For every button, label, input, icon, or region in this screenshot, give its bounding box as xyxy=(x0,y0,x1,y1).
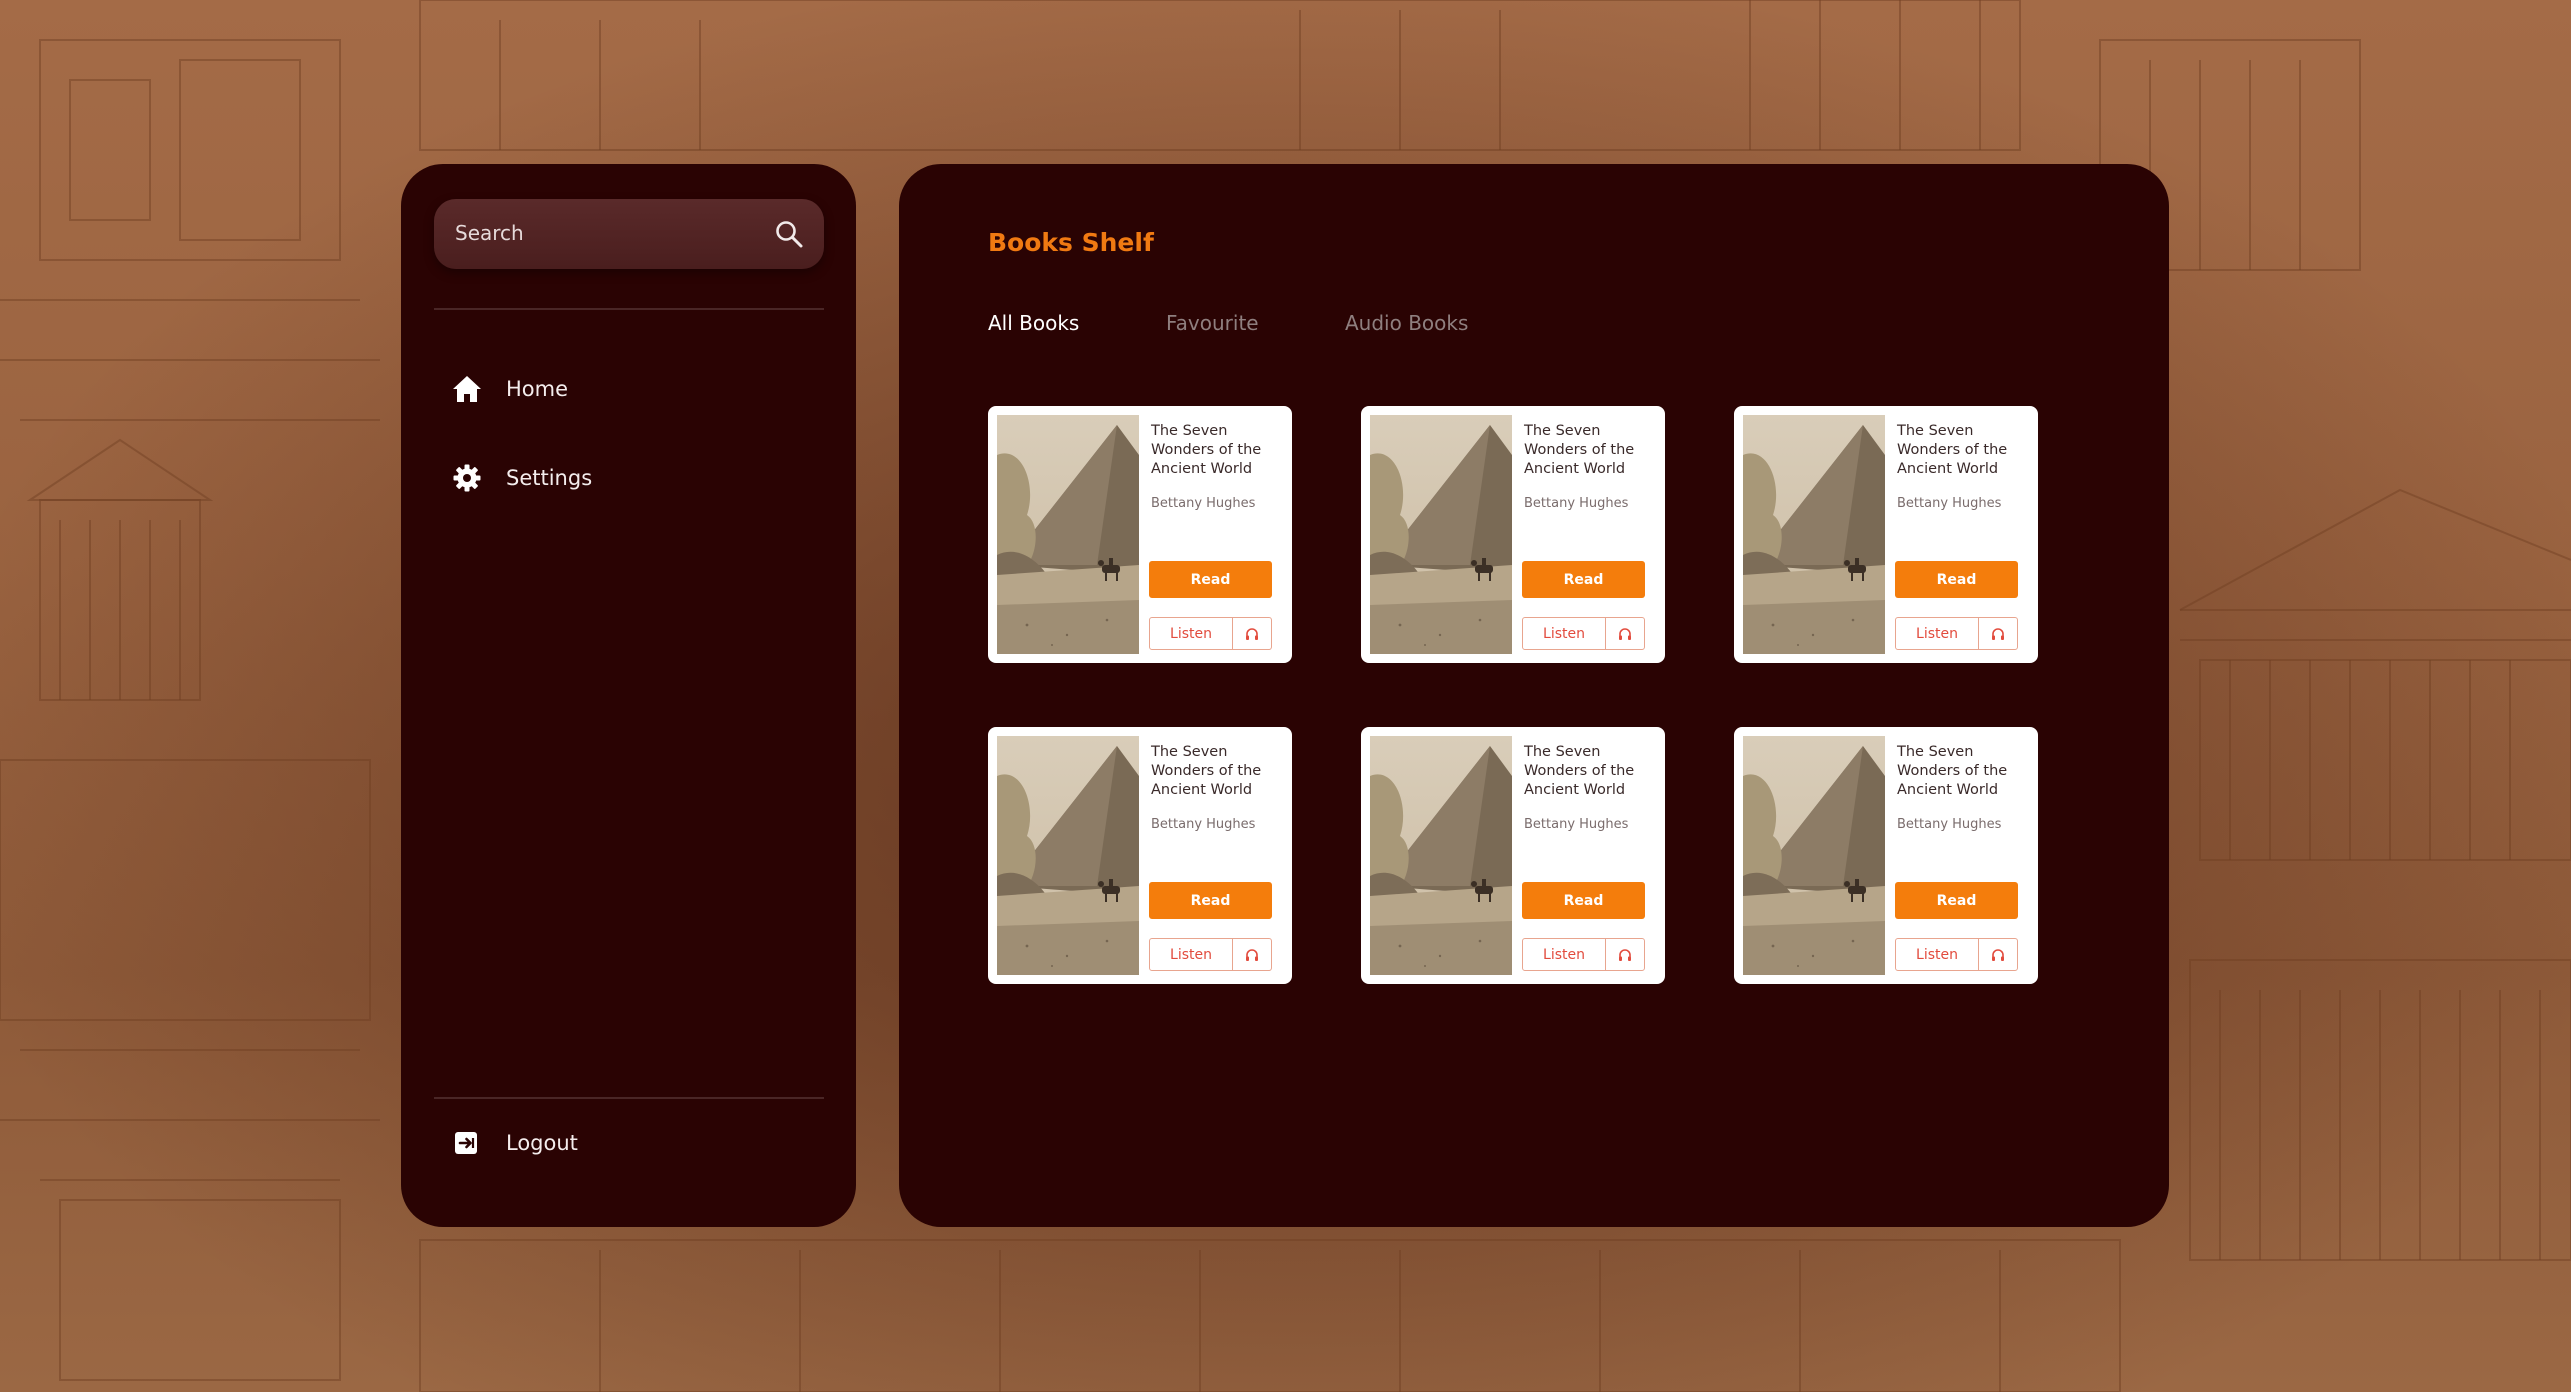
book-author: Bettany Hughes xyxy=(1524,496,1629,511)
read-button[interactable]: Read xyxy=(1149,882,1272,919)
listen-label: Listen xyxy=(1150,618,1233,649)
main-panel: Books Shelf All Books Favourite Audio Bo… xyxy=(899,164,2169,1227)
book-cover-image xyxy=(1743,736,1885,975)
book-card[interactable]: The Seven Wonders of the Ancient World B… xyxy=(1361,406,1665,663)
listen-label: Listen xyxy=(1896,939,1979,970)
logout-icon xyxy=(451,1127,483,1159)
listen-button[interactable]: Listen xyxy=(1895,938,2018,971)
headphones-icon[interactable] xyxy=(1233,618,1271,649)
listen-button[interactable]: Listen xyxy=(1895,617,2018,650)
listen-button[interactable]: Listen xyxy=(1522,617,1645,650)
logout-label: Logout xyxy=(506,1131,578,1155)
listen-label: Listen xyxy=(1523,618,1606,649)
book-title: The Seven Wonders of the Ancient World xyxy=(1897,423,2008,477)
headphones-icon[interactable] xyxy=(1979,618,2017,649)
book-cover-image xyxy=(997,736,1139,975)
book-author: Bettany Hughes xyxy=(1151,817,1256,832)
listen-label: Listen xyxy=(1150,939,1233,970)
book-title: The Seven Wonders of the Ancient World xyxy=(1151,423,1262,477)
headphones-icon[interactable] xyxy=(1606,939,1644,970)
read-button[interactable]: Read xyxy=(1895,882,2018,919)
book-card[interactable]: The Seven Wonders of the Ancient World B… xyxy=(988,727,1292,984)
headphones-icon[interactable] xyxy=(1233,939,1271,970)
listen-button[interactable]: Listen xyxy=(1149,938,1272,971)
search-input[interactable]: Search xyxy=(434,199,824,269)
sidebar-item-label: Home xyxy=(506,377,569,401)
book-card[interactable]: The Seven Wonders of the Ancient World B… xyxy=(1361,727,1665,984)
book-card[interactable]: The Seven Wonders of the Ancient World B… xyxy=(1734,727,2038,984)
logout-button[interactable]: Logout xyxy=(451,1123,578,1163)
search-placeholder: Search xyxy=(455,221,524,245)
search-icon[interactable] xyxy=(774,219,804,249)
home-icon xyxy=(451,373,483,405)
tab-favourite[interactable]: Favourite xyxy=(1166,311,1259,335)
sidebar-item-label: Settings xyxy=(506,466,593,490)
book-title: The Seven Wonders of the Ancient World xyxy=(1151,744,1262,798)
page-title: Books Shelf xyxy=(988,228,1154,257)
read-button[interactable]: Read xyxy=(1895,561,2018,598)
book-cover-image xyxy=(997,415,1139,654)
sidebar-item-home[interactable]: Home xyxy=(451,369,568,409)
book-author: Bettany Hughes xyxy=(1524,817,1629,832)
read-button[interactable]: Read xyxy=(1522,882,1645,919)
book-title: The Seven Wonders of the Ancient World xyxy=(1524,423,1635,477)
book-author: Bettany Hughes xyxy=(1151,496,1256,511)
headphones-icon[interactable] xyxy=(1979,939,2017,970)
book-author: Bettany Hughes xyxy=(1897,817,2002,832)
gear-icon xyxy=(451,462,483,494)
book-title: The Seven Wonders of the Ancient World xyxy=(1897,744,2008,798)
book-cover-image xyxy=(1743,415,1885,654)
tab-all-books[interactable]: All Books xyxy=(988,311,1079,335)
listen-button[interactable]: Listen xyxy=(1149,617,1272,650)
headphones-icon[interactable] xyxy=(1606,618,1644,649)
book-cover-image xyxy=(1370,415,1512,654)
tab-audio-books[interactable]: Audio Books xyxy=(1345,311,1468,335)
read-button[interactable]: Read xyxy=(1149,561,1272,598)
sidebar-item-settings[interactable]: Settings xyxy=(451,458,592,498)
book-cover-image xyxy=(1370,736,1512,975)
divider xyxy=(434,1097,824,1099)
divider xyxy=(434,308,824,310)
book-card[interactable]: The Seven Wonders of the Ancient World B… xyxy=(988,406,1292,663)
listen-label: Listen xyxy=(1896,618,1979,649)
listen-label: Listen xyxy=(1523,939,1606,970)
read-button[interactable]: Read xyxy=(1522,561,1645,598)
book-card[interactable]: The Seven Wonders of the Ancient World B… xyxy=(1734,406,2038,663)
listen-button[interactable]: Listen xyxy=(1522,938,1645,971)
book-title: The Seven Wonders of the Ancient World xyxy=(1524,744,1635,798)
sidebar: Search Home Settings Logout xyxy=(401,164,856,1227)
book-author: Bettany Hughes xyxy=(1897,496,2002,511)
